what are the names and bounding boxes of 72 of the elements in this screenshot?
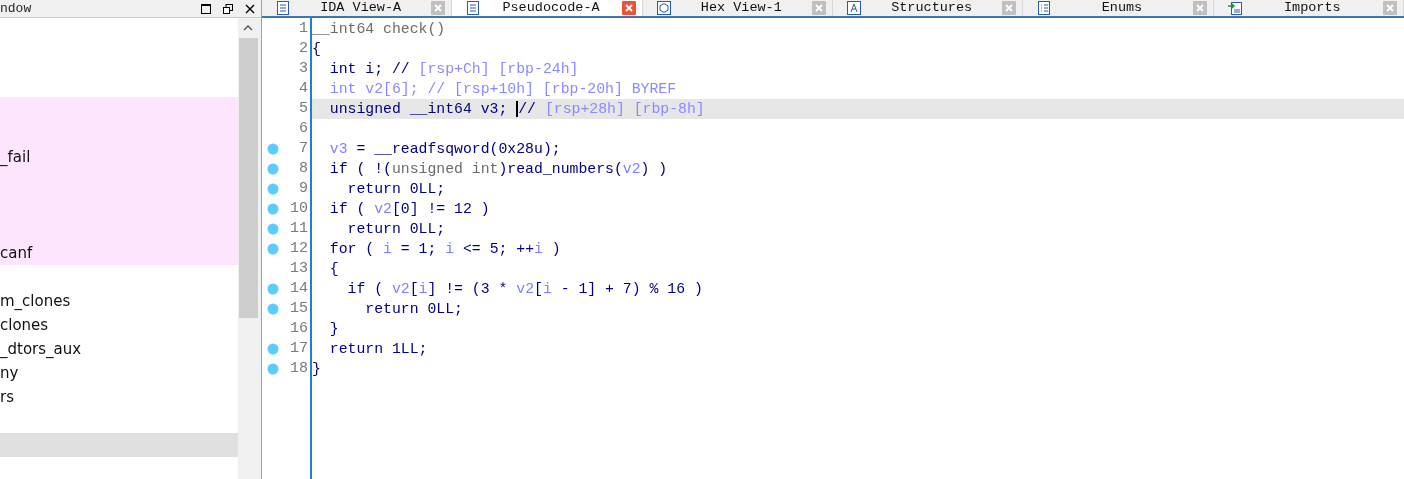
code-line: if ( v2[0] != 12 )	[328, 200, 491, 219]
code-line: }	[312, 360, 322, 379]
restore-icon	[223, 3, 233, 14]
scrollbar-thumb[interactable]	[238, 38, 258, 318]
close-icon[interactable]	[621, 1, 636, 15]
function-row[interactable]: _fail	[0, 145, 238, 169]
line-number: 11	[289, 218, 309, 239]
function-row[interactable]: canf	[0, 241, 238, 265]
dot-icon[interactable]	[267, 183, 279, 195]
code-line: v3 = __readfsqword(0x28u);	[328, 140, 562, 159]
line-number: 16	[289, 318, 309, 339]
code-line: __int64 check()	[312, 20, 447, 39]
code-line: int v2[6]; // [rsp+10h] [rbp-20h] BYREF	[328, 80, 678, 99]
dot-icon[interactable]	[267, 283, 279, 295]
line-number: 13	[289, 258, 309, 279]
close-icon[interactable]	[1002, 1, 1017, 15]
function-row[interactable]: _dtors_aux	[0, 337, 238, 361]
line-number: 12	[289, 238, 309, 259]
function-row[interactable]: rs	[0, 385, 238, 409]
dot-icon[interactable]	[267, 243, 279, 255]
function-row[interactable]: m_clones	[0, 289, 238, 313]
hexagon-icon	[656, 1, 671, 15]
line-number: 5	[298, 98, 309, 119]
close-icon[interactable]	[812, 1, 826, 15]
line-number: 4	[298, 78, 309, 99]
document-icon	[466, 1, 481, 15]
document-icon	[276, 1, 290, 15]
function-row[interactable]: clones	[0, 313, 238, 337]
import-icon	[1227, 1, 1242, 15]
code-line: {	[312, 40, 322, 59]
line-number: 17	[289, 338, 309, 359]
line-number: 2	[298, 38, 309, 59]
maximize-icon	[201, 3, 211, 14]
code-line: int i; // [rsp+Ch] [rbp-24h]	[328, 60, 580, 79]
code-line: }	[328, 320, 340, 339]
close-icon	[245, 3, 255, 14]
line-number: 7	[298, 138, 309, 159]
line-number: 14	[289, 278, 309, 299]
dot-icon[interactable]	[267, 343, 279, 355]
function-row[interactable]	[0, 433, 238, 457]
line-number: 15	[289, 298, 309, 319]
code-line: return 0LL;	[346, 180, 447, 199]
line-number: 1	[298, 18, 309, 39]
pane-title: ndow	[0, 0, 33, 18]
dot-icon[interactable]	[267, 203, 279, 215]
function-row[interactable]	[0, 97, 238, 121]
dot-icon[interactable]	[267, 163, 279, 175]
dot-icon[interactable]	[267, 303, 279, 315]
tab[interactable]: Pseudocode-A	[452, 0, 643, 16]
dot-icon[interactable]	[267, 143, 279, 155]
close-icon[interactable]	[1382, 1, 1397, 15]
line-number: 18	[289, 358, 309, 379]
code-line: return 1LL;	[328, 340, 429, 359]
code-line: if ( !(unsigned int)read_numbers(v2) )	[328, 160, 669, 179]
line-number: 9	[298, 178, 309, 199]
code-line: for ( i = 1; i <= 5; ++i )	[328, 240, 562, 259]
dot-icon[interactable]	[267, 363, 279, 375]
code-line: if ( v2[i] != (3 * v2[i - 1] + 7) % 16 )	[346, 280, 704, 299]
line-number: 3	[298, 58, 309, 79]
line-number: 6	[298, 118, 309, 139]
close-icon[interactable]	[1192, 1, 1207, 15]
line-number: 8	[298, 158, 309, 179]
close-icon[interactable]	[431, 1, 446, 15]
line-number: 10	[289, 198, 309, 219]
code-line: return 0LL;	[364, 300, 464, 319]
code-line: {	[328, 260, 340, 279]
function-row[interactable]: ny	[0, 361, 238, 385]
list-icon	[1037, 1, 1052, 15]
structure-icon	[847, 1, 861, 15]
code-line: return 0LL;	[346, 220, 447, 239]
dot-icon[interactable]	[267, 223, 279, 235]
chevron-up-icon	[243, 25, 253, 31]
